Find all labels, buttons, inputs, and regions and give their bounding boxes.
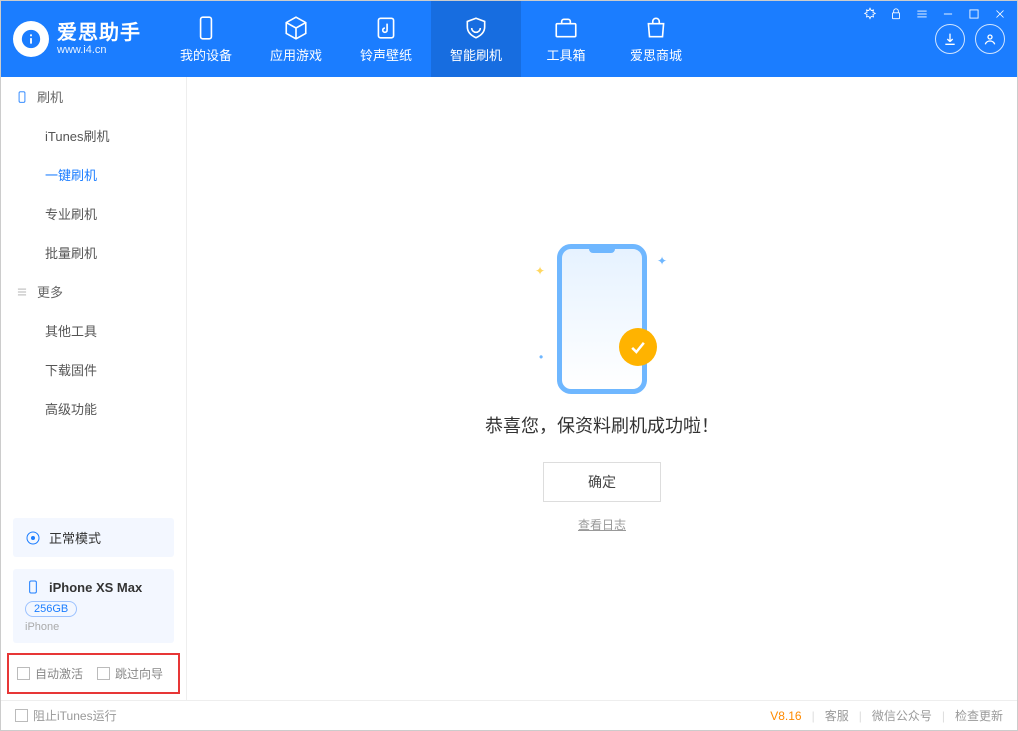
version-label: V8.16 bbox=[770, 709, 801, 723]
list-icon bbox=[15, 285, 29, 299]
download-button[interactable] bbox=[935, 24, 965, 54]
account-button[interactable] bbox=[975, 24, 1005, 54]
tab-label: 铃声壁纸 bbox=[360, 45, 412, 64]
tab-label: 应用游戏 bbox=[270, 45, 322, 64]
device-name: iPhone XS Max bbox=[49, 580, 142, 595]
checkbox-label: 跳过向导 bbox=[115, 665, 163, 682]
sidebar-item-itunes-flash[interactable]: iTunes刷机 bbox=[1, 116, 186, 155]
tab-ringtones[interactable]: 铃声壁纸 bbox=[341, 1, 431, 77]
cube-icon bbox=[283, 15, 309, 41]
ok-button[interactable]: 确定 bbox=[543, 462, 661, 502]
device-icon bbox=[15, 90, 29, 104]
sidebar-item-pro-flash[interactable]: 专业刷机 bbox=[1, 194, 186, 233]
sparkle-icon: ✦ bbox=[535, 264, 545, 278]
maximize-button[interactable] bbox=[964, 4, 984, 24]
status-bar: 阻止iTunes运行 V8.16 | 客服 | 微信公众号 | 检查更新 bbox=[1, 700, 1017, 730]
tab-smart-flash[interactable]: 智能刷机 bbox=[431, 1, 521, 77]
tab-apps-games[interactable]: 应用游戏 bbox=[251, 1, 341, 77]
phone-small-icon bbox=[25, 579, 41, 595]
menu-icon[interactable] bbox=[912, 4, 932, 24]
checkbox-skip-guide[interactable]: 跳过向导 bbox=[97, 665, 163, 682]
support-link[interactable]: 客服 bbox=[825, 707, 849, 724]
checkbox-icon bbox=[17, 667, 30, 680]
checkbox-label: 自动激活 bbox=[35, 665, 83, 682]
checkbox-icon bbox=[15, 709, 28, 722]
app-logo: 爱思助手 www.i4.cn bbox=[13, 21, 141, 57]
sidebar-group-more: 更多 bbox=[1, 272, 186, 311]
phone-notch bbox=[589, 248, 615, 253]
tab-label: 工具箱 bbox=[546, 45, 585, 64]
view-log-link[interactable]: 查看日志 bbox=[578, 516, 626, 533]
checkbox-label: 阻止iTunes运行 bbox=[33, 707, 117, 724]
sparkle-icon: ✦ bbox=[657, 254, 667, 268]
logo-icon bbox=[13, 21, 49, 57]
app-url: www.i4.cn bbox=[57, 44, 141, 56]
device-type: iPhone bbox=[25, 621, 162, 633]
sparkle-icon: • bbox=[539, 350, 543, 364]
checkbox-block-itunes[interactable]: 阻止iTunes运行 bbox=[15, 707, 117, 724]
mode-icon bbox=[25, 530, 41, 546]
highlighted-options: 自动激活 跳过向导 bbox=[7, 653, 180, 694]
sidebar: 刷机 iTunes刷机 一键刷机 专业刷机 批量刷机 更多 其他工具 下载固件 … bbox=[1, 77, 187, 700]
music-icon bbox=[373, 15, 399, 41]
checkmark-badge-icon bbox=[619, 328, 657, 366]
group-title: 刷机 bbox=[37, 87, 63, 106]
wechat-link[interactable]: 微信公众号 bbox=[872, 707, 932, 724]
success-illustration: ✦ ✦ • bbox=[557, 244, 647, 394]
group-title: 更多 bbox=[37, 282, 63, 301]
theme-icon[interactable] bbox=[860, 4, 880, 24]
main-content: ✦ ✦ • 恭喜您，保资料刷机成功啦！ 确定 查看日志 bbox=[187, 77, 1017, 700]
lock-icon[interactable] bbox=[886, 4, 906, 24]
sidebar-item-advanced[interactable]: 高级功能 bbox=[1, 389, 186, 428]
device-mode-box[interactable]: 正常模式 bbox=[13, 518, 174, 557]
check-update-link[interactable]: 检查更新 bbox=[955, 707, 1003, 724]
phone-icon bbox=[193, 15, 219, 41]
minimize-button[interactable] bbox=[938, 4, 958, 24]
toolbox-icon bbox=[553, 15, 579, 41]
sidebar-item-onekey-flash[interactable]: 一键刷机 bbox=[1, 155, 186, 194]
tab-toolbox[interactable]: 工具箱 bbox=[521, 1, 611, 77]
device-info-box[interactable]: iPhone XS Max 256GB iPhone bbox=[13, 569, 174, 643]
checkbox-auto-activate[interactable]: 自动激活 bbox=[17, 665, 83, 682]
mode-label: 正常模式 bbox=[49, 528, 101, 547]
device-capacity: 256GB bbox=[25, 601, 77, 617]
sidebar-item-batch-flash[interactable]: 批量刷机 bbox=[1, 233, 186, 272]
sidebar-group-flash: 刷机 bbox=[1, 77, 186, 116]
success-message: 恭喜您，保资料刷机成功啦！ bbox=[485, 412, 719, 438]
bag-icon bbox=[643, 15, 669, 41]
tab-label: 爱思商城 bbox=[630, 45, 682, 64]
tab-my-device[interactable]: 我的设备 bbox=[161, 1, 251, 77]
close-button[interactable] bbox=[990, 4, 1010, 24]
sidebar-item-other-tools[interactable]: 其他工具 bbox=[1, 311, 186, 350]
phone-outline-icon bbox=[557, 244, 647, 394]
tab-store[interactable]: 爱思商城 bbox=[611, 1, 701, 77]
sidebar-item-download-firmware[interactable]: 下载固件 bbox=[1, 350, 186, 389]
tab-label: 智能刷机 bbox=[450, 45, 502, 64]
refresh-shield-icon bbox=[463, 15, 489, 41]
checkbox-icon bbox=[97, 667, 110, 680]
tab-label: 我的设备 bbox=[180, 45, 232, 64]
app-title: 爱思助手 bbox=[57, 22, 141, 44]
